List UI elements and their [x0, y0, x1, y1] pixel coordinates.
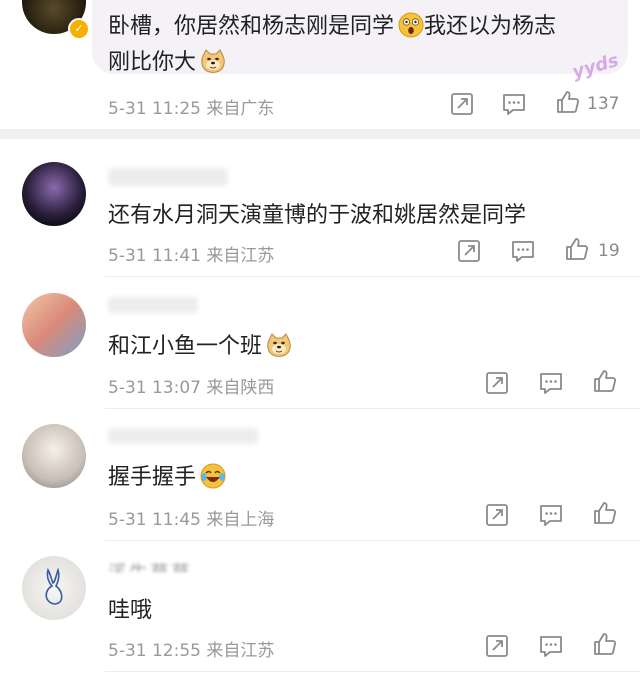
like-count: 137 [587, 94, 620, 114]
username[interactable]: 溪生草草 [108, 558, 192, 572]
doge-emoji-icon [200, 48, 226, 74]
username-blurred [108, 168, 228, 186]
comment-separator [105, 540, 640, 541]
comment-text-part: 握手握手 [108, 465, 197, 490]
rabbit-sketch-icon [45, 567, 63, 605]
comment-date: 5-31 11:25 [108, 99, 201, 119]
comment-location: 来自陕西 [206, 378, 275, 398]
verified-badge-icon: ✓ [68, 18, 90, 40]
avatar[interactable] [22, 556, 86, 620]
comment-date: 5-31 11:41 [108, 246, 201, 266]
comment-location: 来自江苏 [206, 246, 275, 266]
doge-emoji-icon [266, 332, 292, 358]
comment-meta: 5-31 11:41 来自江苏 [108, 241, 274, 266]
like-icon[interactable] [564, 236, 590, 262]
like-icon[interactable] [592, 631, 618, 657]
like-icon[interactable] [592, 500, 618, 526]
comment-location: 来自广东 [206, 99, 275, 119]
comment-meta: 5-31 13:07 来自陕西 [108, 373, 274, 398]
comment-icon[interactable] [538, 633, 564, 659]
like-icon[interactable] [555, 89, 581, 115]
avatar[interactable] [22, 162, 86, 226]
comment-separator [105, 276, 640, 277]
comment-meta: 5-31 11:45 来自上海 [108, 505, 274, 530]
comment-icon[interactable] [538, 370, 564, 396]
comment-meta: 5-31 11:25 来自广东 [108, 94, 274, 119]
comment-location: 来自江苏 [206, 641, 275, 661]
comment-separator [105, 671, 640, 672]
share-icon[interactable] [484, 502, 510, 528]
comment-date: 5-31 11:45 [108, 510, 201, 530]
comment-icon[interactable] [501, 91, 527, 117]
comment-text: 刚比你大 [108, 44, 226, 76]
like-icon[interactable] [592, 368, 618, 394]
comment-text: 哇哦 [108, 598, 153, 623]
avatar[interactable] [22, 424, 86, 488]
shocked-emoji-icon [398, 12, 424, 38]
comment-text: 握手握手 [108, 459, 226, 491]
comment-text-part: 我还以为杨志 [424, 14, 557, 39]
comment-date: 5-31 12:55 [108, 641, 201, 661]
comment-separator [105, 408, 640, 409]
comment-date: 5-31 13:07 [108, 378, 201, 398]
laugh-cry-emoji-icon [200, 463, 226, 489]
comment-meta: 5-31 12:55 来自江苏 [108, 636, 274, 661]
share-icon[interactable] [449, 91, 475, 117]
share-icon[interactable] [484, 633, 510, 659]
section-divider [0, 129, 640, 139]
comment-text: 卧槽，你居然和杨志刚是同学 我还以为杨志 [108, 8, 556, 40]
comment-text: 还有水月洞天演童博的于波和姚居然是同学 [108, 203, 527, 228]
share-icon[interactable] [484, 370, 510, 396]
comment-location: 来自上海 [206, 510, 275, 530]
comment-icon[interactable] [510, 238, 536, 264]
comment-text-part: 和江小鱼一个班 [108, 334, 263, 359]
comment-text-part: 刚比你大 [108, 50, 197, 75]
username-blurred [108, 428, 258, 444]
like-count: 19 [598, 241, 620, 261]
share-icon[interactable] [456, 238, 482, 264]
comment-text-part: 卧槽，你居然和杨志刚是同学 [108, 14, 395, 39]
username-blurred [108, 297, 198, 313]
avatar[interactable] [22, 293, 86, 357]
comment-icon[interactable] [538, 502, 564, 528]
comment-text: 和江小鱼一个班 [108, 328, 292, 360]
